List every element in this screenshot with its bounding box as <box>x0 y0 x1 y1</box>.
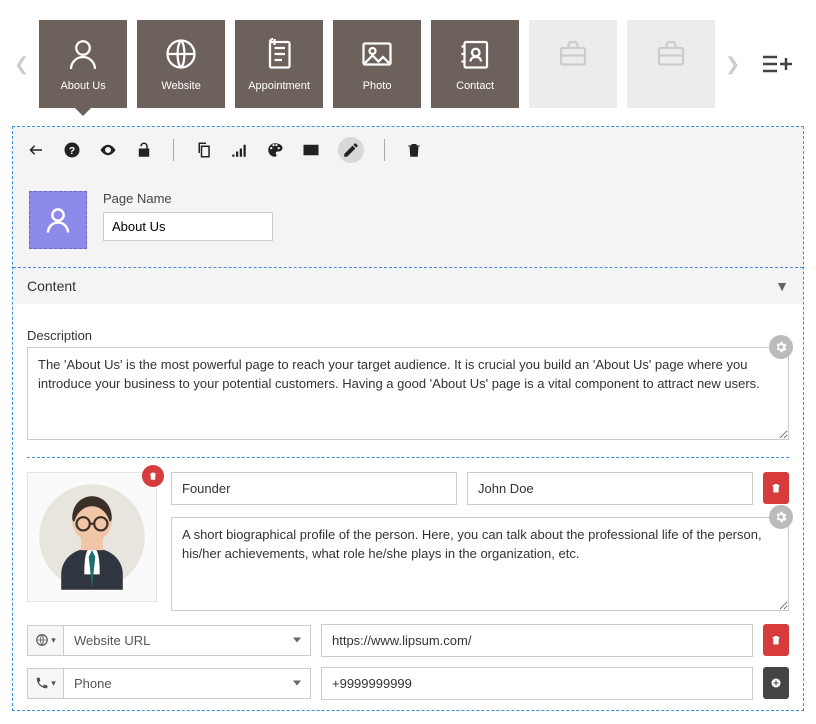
palette-icon[interactable] <box>266 141 284 159</box>
avatar-delete-button[interactable] <box>142 465 164 487</box>
back-icon[interactable] <box>27 141 45 159</box>
tab-photo[interactable]: Photo <box>333 20 421 108</box>
globe-icon <box>163 36 199 72</box>
accordion-body: Description The 'About Us' is the most p… <box>13 304 803 710</box>
contact-row: ▾ Website URL <box>27 624 789 657</box>
tab-label: Photo <box>363 80 392 92</box>
help-icon[interactable]: ? <box>63 141 81 159</box>
signal-icon[interactable] <box>230 141 248 159</box>
accordion-title: Content <box>27 278 76 294</box>
copy-icon[interactable] <box>194 141 212 159</box>
address-book-icon <box>457 36 493 72</box>
contact-type-select[interactable]: Phone <box>63 668 311 699</box>
person-name-input[interactable] <box>467 472 753 505</box>
description-settings-button[interactable] <box>769 335 793 359</box>
chevron-down-icon: ▼ <box>775 278 789 294</box>
tabs-navigation: ❮ About Us Website Appointment Photo <box>0 0 816 120</box>
tab-label: Contact <box>456 80 494 92</box>
add-tab-button[interactable] <box>750 20 804 108</box>
tab-about-us[interactable]: About Us <box>39 20 127 108</box>
page-name-label: Page Name <box>103 191 273 206</box>
briefcase-icon <box>555 36 591 72</box>
tab-label: Website <box>161 80 201 92</box>
eye-icon[interactable] <box>99 141 117 159</box>
contact-value-input[interactable] <box>321 624 753 657</box>
page-type-icon[interactable] <box>29 191 87 249</box>
svg-text:?: ? <box>69 145 75 157</box>
tabs-next-chevron[interactable]: ❯ <box>723 54 742 75</box>
clipboard-icon <box>261 36 297 72</box>
contact-delete-button[interactable] <box>763 624 789 656</box>
person-avatar[interactable] <box>27 472 157 602</box>
contact-type-select[interactable]: Website URL <box>63 625 311 656</box>
bio-settings-button[interactable] <box>769 505 793 529</box>
tab-website[interactable]: Website <box>137 20 225 108</box>
caret-down-icon: ▾ <box>51 635 56 646</box>
unlock-icon[interactable] <box>135 141 153 159</box>
contact-value-input[interactable] <box>321 667 753 700</box>
description-label: Description <box>27 328 789 343</box>
person-bio-textarea[interactable]: A short biographical profile of the pers… <box>171 517 789 610</box>
description-textarea[interactable]: The 'About Us' is the most powerful page… <box>27 347 789 440</box>
person-delete-button[interactable] <box>763 472 789 504</box>
page-name-input[interactable] <box>103 212 273 241</box>
tab-appointment[interactable]: Appointment <box>235 20 323 108</box>
editor-toolbar: ? <box>13 127 803 173</box>
contact-add-button[interactable] <box>763 667 789 699</box>
briefcase-icon <box>653 36 689 72</box>
user-icon <box>65 36 101 72</box>
person-block: A short biographical profile of the pers… <box>27 472 789 613</box>
edit-icon[interactable] <box>338 137 364 163</box>
contact-row: ▾ Phone <box>27 667 789 700</box>
caret-down-icon: ▾ <box>51 678 56 689</box>
tabs-list: About Us Website Appointment Photo Conta <box>39 20 715 108</box>
person-role-input[interactable] <box>171 472 457 505</box>
page-header: Page Name <box>13 173 803 267</box>
tab-empty-2[interactable] <box>627 20 715 108</box>
tabs-prev-chevron[interactable]: ❮ <box>12 54 31 75</box>
tab-label: About Us <box>60 80 105 92</box>
editor-container: ? Page Name Content ▼ Description The <box>12 126 804 711</box>
tab-contact[interactable]: Contact <box>431 20 519 108</box>
photo-icon <box>359 36 395 72</box>
card-icon[interactable] <box>302 141 320 159</box>
trash-icon[interactable] <box>405 141 423 159</box>
contact-type-icon-button[interactable]: ▾ <box>27 625 63 656</box>
accordion-content-header[interactable]: Content ▼ <box>13 268 803 304</box>
contact-type-icon-button[interactable]: ▾ <box>27 668 63 699</box>
tab-label: Appointment <box>248 80 310 92</box>
tab-empty-1[interactable] <box>529 20 617 108</box>
